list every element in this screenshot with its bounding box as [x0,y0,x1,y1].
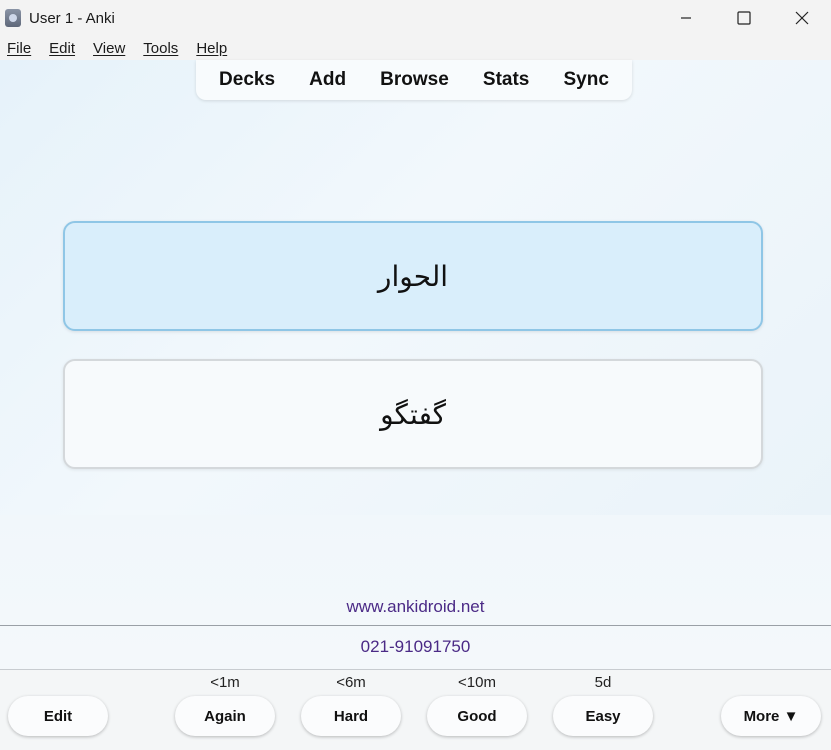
anki-icon [5,9,21,27]
toolbar-stats[interactable]: Stats [483,69,529,91]
again-button[interactable]: Again [175,696,275,736]
main-area: Decks Add Browse Stats Sync الحوار گفتگو [0,60,831,515]
menu-bar: File Edit View Tools Help [0,36,831,60]
menu-tools[interactable]: Tools [143,40,178,57]
maximize-icon [737,11,751,25]
again-interval: <1m [210,674,240,691]
good-button[interactable]: Good [427,696,527,736]
toolbar-add[interactable]: Add [309,69,346,91]
minimize-icon [681,17,691,19]
window-title: User 1 - Anki [29,9,115,27]
menu-view[interactable]: View [93,40,125,57]
toolbar-decks[interactable]: Decks [219,69,275,91]
hard-interval: <6m [336,674,366,691]
toolbar-sync[interactable]: Sync [563,69,608,91]
toolbar-browse[interactable]: Browse [380,69,449,91]
close-icon [795,11,809,25]
maximize-button[interactable] [715,0,773,36]
answer-bar: Edit <1m Again <6m Hard <10m Good 5d Eas… [0,669,831,750]
menu-edit[interactable]: Edit [49,40,75,57]
window-controls [657,0,831,36]
divider [0,625,831,626]
easy-button[interactable]: Easy [553,696,653,736]
phone-number: 021-91091750 [360,637,471,656]
more-button[interactable]: More ▼ [721,696,821,736]
easy-interval: 5d [594,674,612,691]
card-option[interactable]: گفتگو [63,359,763,469]
hard-button[interactable]: Hard [301,696,401,736]
good-interval: <10m [458,674,496,691]
edit-button[interactable]: Edit [8,696,108,736]
card-footer-area: www.ankidroid.net 021-91091750 [0,515,831,670]
minimize-button[interactable] [657,0,715,36]
menu-file[interactable]: File [7,40,31,57]
top-toolbar: Decks Add Browse Stats Sync [196,60,632,100]
title-bar: User 1 - Anki [0,0,831,36]
menu-help[interactable]: Help [196,40,227,57]
website-link[interactable]: www.ankidroid.net [0,597,831,617]
close-button[interactable] [773,0,831,36]
card-option-selected[interactable]: الحوار [63,221,763,331]
